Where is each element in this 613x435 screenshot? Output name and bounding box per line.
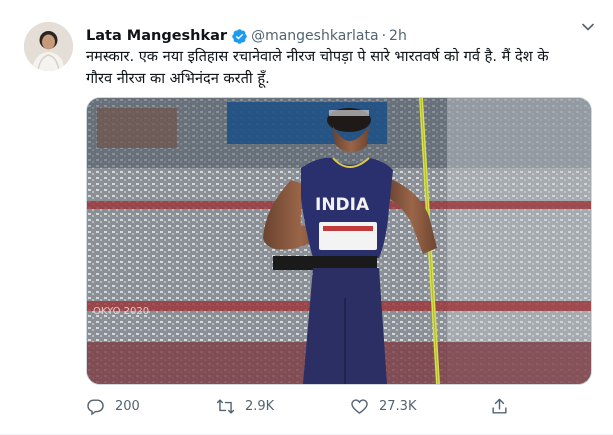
like-count: 27.3K [379,398,417,414]
share-button[interactable] [490,394,519,418]
timestamp[interactable]: 2h [389,28,407,44]
retweet-button[interactable]: 2.9K [216,394,274,418]
reply-count: 200 [115,398,140,414]
tweet-media-photo[interactable]: OKYO 2020 INDIA [86,97,592,385]
tweet-card[interactable]: Lata Mangeshkar @mangeshkarlata · 2h नमस… [0,0,613,435]
retweet-icon [216,398,235,414]
share-icon [492,398,507,414]
tweet-text: नमस्कार. एक नया इतिहास रचानेवाले नीरज चो… [86,46,598,90]
author-name[interactable]: Lata Mangeshkar [86,28,227,44]
like-button[interactable]: 27.3K [350,394,416,418]
reply-button[interactable]: 200 [86,394,140,418]
heart-icon [351,398,368,414]
chevron-down-icon [582,23,594,31]
athlete-photo: OKYO 2020 INDIA [87,98,591,384]
avatar-photo [24,22,73,71]
separator-dot: · [381,28,387,44]
stadium-banner-text: OKYO 2020 [93,306,149,317]
author-handle[interactable]: @mangeshkarlata [251,28,379,44]
tweet-header: Lata Mangeshkar @mangeshkarlata · 2h [86,26,407,46]
avatar[interactable] [24,22,73,71]
verified-badge-icon [232,28,247,44]
retweet-count: 2.9K [245,398,275,414]
tweet-actions: 200 2.9K 27.3K [86,394,526,418]
tweet-text-line-1: नमस्कार. एक नया इतिहास रचानेवाले नीरज चो… [86,48,549,65]
tweet-text-line-2: गौरव नीरज का अभिनंदन करती हूँ. [86,70,270,87]
more-options-button[interactable] [577,16,599,38]
jersey-text: INDIA [315,195,370,215]
reply-icon [87,398,104,415]
